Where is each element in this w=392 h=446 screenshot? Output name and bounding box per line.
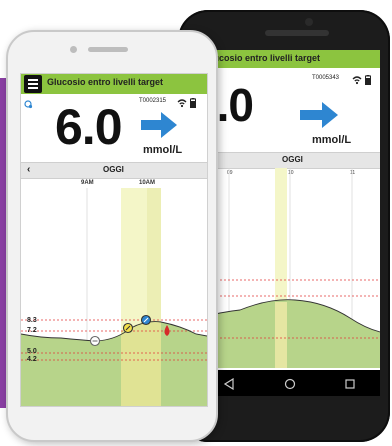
back-phone-speaker [265,30,329,36]
back-unit-label: mmol/L [312,134,352,146]
back-day-bar: OGGI [200,152,380,169]
back-glucose-area [200,299,380,368]
back-battery-icon [365,72,371,90]
day-label: OGGI [103,165,124,174]
battery-icon [190,95,196,113]
day-bar: ‹ OGGI [21,162,207,179]
sensor-status-icon [24,96,33,114]
back-phone-screen: Glucosio entro livelli target T0005343 6… [200,50,380,396]
back-header-bar: Glucosio entro livelli target [200,50,380,68]
front-phone-speaker [88,47,128,52]
header-bar: Glucosio entro livelli target [21,74,207,94]
y-label-8-3: 8.3 [27,317,37,324]
trend-arrow-icon [141,112,177,143]
previous-day-icon[interactable]: ‹ [27,164,30,175]
back-nav-bar [200,370,380,396]
wifi-icon [177,95,187,113]
back-wifi-icon [352,72,362,90]
back-glucose-chart [200,168,380,368]
back-header-title: Glucosio entro livelli target [204,53,321,63]
glucose-reading: 6.0 [55,99,123,155]
glucose-chart [21,188,207,406]
front-phone-screen: Glucosio entro livelli target T0002315 6… [20,73,208,407]
y-label-7-2: 7.2 [27,327,37,334]
back-sensor-id: T0005343 [312,75,340,81]
time-label-10am: 10AM [139,180,156,186]
y-label-4-2: 4.2 [27,356,37,363]
back-phone-camera [305,18,313,26]
y-label-5-0: 5.0 [27,348,37,355]
time-label-9am: 9AM [81,180,94,186]
menu-icon[interactable] [24,75,42,93]
front-phone-camera [70,46,77,53]
header-title: Glucosio entro livelli target [47,77,164,87]
sensor-id: T0002315 [139,98,167,104]
nav-recents-icon[interactable] [344,377,356,395]
unit-label: mmol/L [143,144,183,156]
back-day-label: OGGI [282,155,303,164]
back-trend-arrow-icon [300,102,338,133]
nav-back-icon[interactable] [223,377,234,395]
glucose-area [21,321,207,406]
back-highlight-area [275,302,287,368]
nav-home-icon[interactable] [284,377,296,395]
